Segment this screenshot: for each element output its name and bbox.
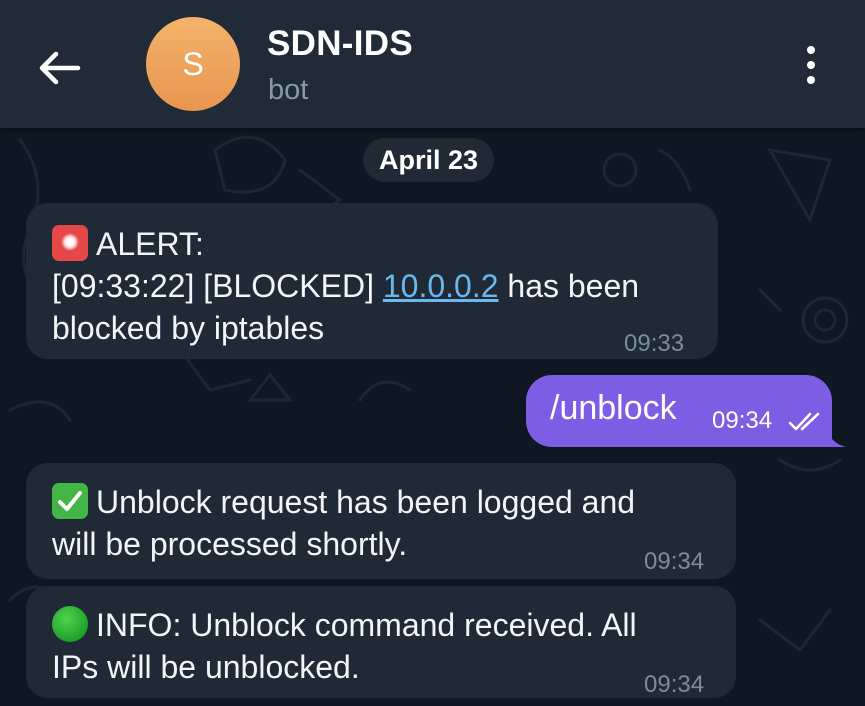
outgoing-text: /unblock — [550, 389, 677, 427]
avatar-letter: S — [182, 45, 204, 82]
message-bubble-confirmation[interactable]: Unblock request has been logged and will… — [26, 463, 736, 579]
alert-heading: ALERT: — [96, 226, 204, 262]
vertical-dots-icon — [807, 46, 815, 54]
chat-title[interactable]: SDN-IDS — [267, 24, 413, 64]
confirmation-line-1: Unblock request has been logged and — [96, 484, 636, 520]
alert-suffix: has been — [498, 268, 640, 304]
arrow-left-icon — [39, 51, 81, 85]
double-check-icon — [788, 412, 820, 431]
bubble-tail — [826, 427, 846, 447]
avatar[interactable]: S — [146, 17, 240, 111]
ip-address-link[interactable]: 10.0.0.2 — [383, 268, 499, 304]
alert-line-3: blocked by iptables — [52, 310, 325, 346]
message-time: 09:34 — [644, 548, 705, 575]
message-time: 09:33 — [624, 330, 685, 357]
message-bubble-info[interactable]: INFO: Unblock command received. All IPs … — [26, 586, 736, 698]
message-bubble-outgoing[interactable]: /unblock 09:34 — [526, 375, 846, 447]
chat-header: S SDN-IDS bot — [0, 0, 865, 128]
info-line-2: IPs will be unblocked. — [52, 649, 360, 685]
date-separator: April 23 — [363, 138, 495, 182]
check-mark-icon — [52, 483, 88, 519]
rotating-light-icon — [52, 225, 88, 261]
back-button[interactable] — [30, 38, 90, 98]
more-options-button[interactable] — [792, 40, 830, 90]
chat-subtitle: bot — [268, 74, 309, 106]
message-bubble-alert[interactable]: ALERT: [09:33:22] [BLOCKED] 10.0.0.2 has… — [26, 203, 718, 359]
green-circle-icon — [52, 606, 88, 642]
message-time: 09:34 — [712, 407, 773, 434]
info-line-1: INFO: Unblock command received. All — [96, 607, 637, 643]
alert-prefix: [09:33:22] [BLOCKED] — [52, 268, 383, 304]
confirmation-line-2: will be processed shortly. — [52, 526, 408, 562]
message-time: 09:34 — [644, 671, 705, 698]
